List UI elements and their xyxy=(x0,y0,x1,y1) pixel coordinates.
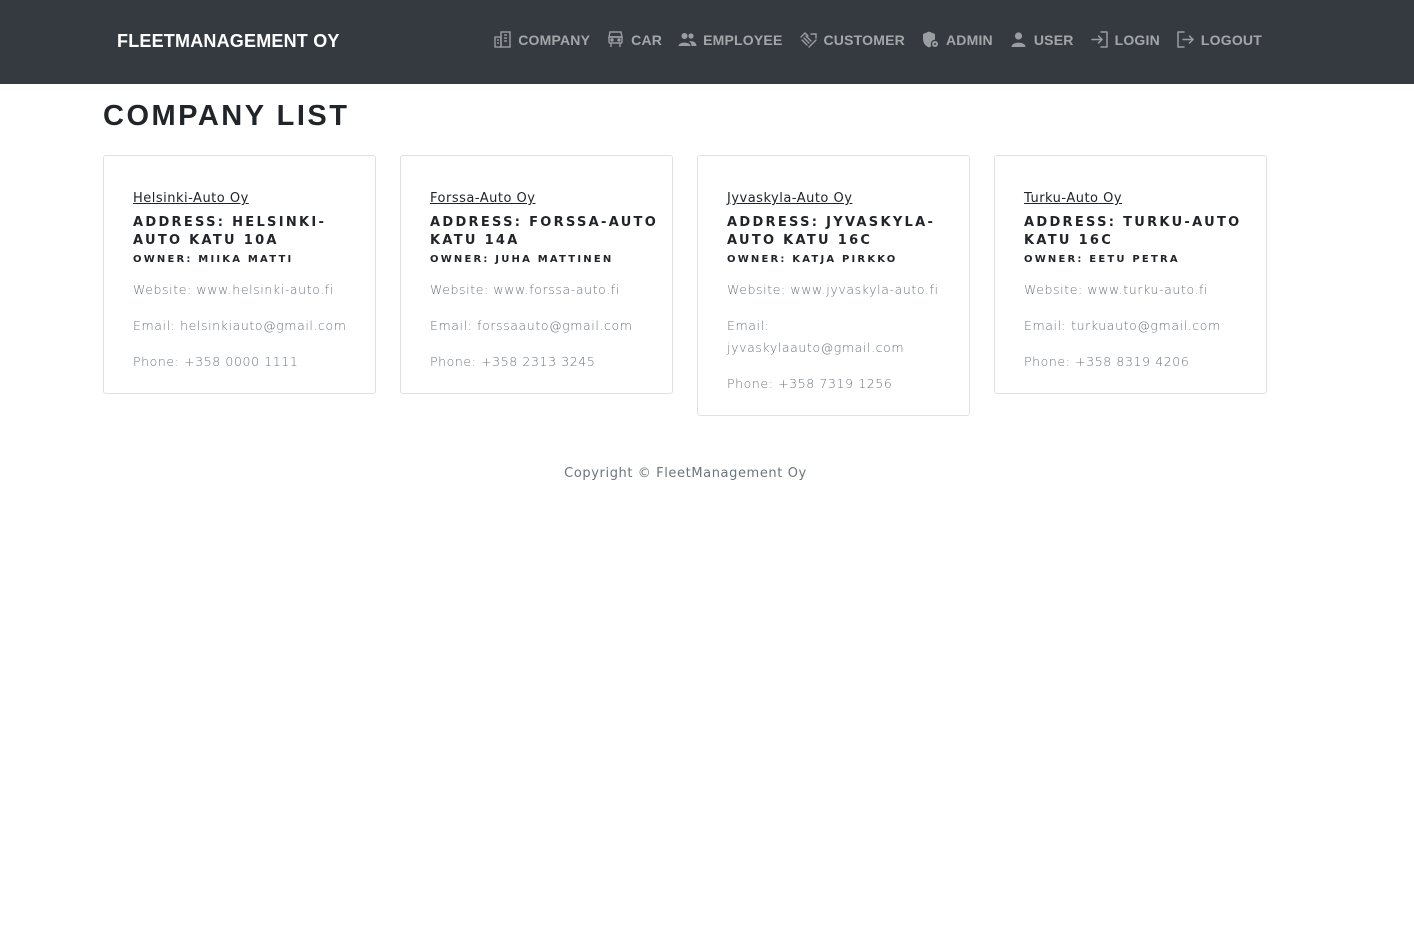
nav-item-customer[interactable]: CUSTOMER xyxy=(799,30,905,49)
company-address: ADDRESS: TURKU-AUTO KATU 16C xyxy=(1024,215,1242,248)
company-email: Email: jyvaskylaauto@gmail.com xyxy=(727,318,905,355)
nav-label-company: COMPANY xyxy=(518,31,591,48)
company-card: Forssa-Auto Oy ADDRESS: FORSSA-AUTO KATU… xyxy=(400,155,673,394)
people-icon xyxy=(678,30,697,49)
logout-icon xyxy=(1176,30,1195,49)
company-phone: Phone: +358 2313 3245 xyxy=(430,354,596,369)
main-nav: COMPANY CAR EMPLOYEE CUSTOMER ADMIN USER… xyxy=(493,30,1262,49)
company-address: ADDRESS: FORSSA-AUTO KATU 14A xyxy=(430,215,659,248)
company-card: Helsinki-Auto Oy ADDRESS: HELSINKI-AUTO … xyxy=(103,155,376,394)
nav-item-company[interactable]: COMPANY xyxy=(493,30,590,49)
company-owner: OWNER: EETU PETRA xyxy=(1024,254,1180,265)
company-name-link[interactable]: Turku-Auto Oy xyxy=(1024,191,1122,206)
nav-item-employee[interactable]: EMPLOYEE xyxy=(678,30,782,49)
nav-label-logout: LOGOUT xyxy=(1200,31,1262,48)
brand-link[interactable]: FLEETMANAGEMENT OY xyxy=(117,31,340,52)
nav-item-user[interactable]: USER xyxy=(1009,30,1074,49)
company-owner: OWNER: JUHA MATTINEN xyxy=(430,254,614,265)
building-icon xyxy=(493,30,512,49)
nav-item-login[interactable]: LOGIN xyxy=(1090,30,1160,49)
person-icon xyxy=(1009,30,1028,49)
nav-label-admin: ADMIN xyxy=(945,31,993,48)
nav-label-car: CAR xyxy=(631,31,663,48)
company-card: Jyvaskyla-Auto Oy ADDRESS: JYVASKYLA-AUT… xyxy=(697,155,970,416)
company-phone: Phone: +358 7319 1256 xyxy=(727,376,893,391)
handshake-icon xyxy=(799,30,818,49)
nav-label-customer: CUSTOMER xyxy=(823,31,905,48)
nav-label-employee: EMPLOYEE xyxy=(703,31,783,48)
nav-item-admin[interactable]: ADMIN xyxy=(921,30,993,49)
company-phone: Phone: +358 8319 4206 xyxy=(1024,354,1190,369)
company-website: Website: www.jyvaskyla-auto.fi xyxy=(727,282,939,297)
company-website: Website: www.forssa-auto.fi xyxy=(430,282,620,297)
company-name-link[interactable]: Helsinki-Auto Oy xyxy=(133,191,249,206)
company-email: Email: helsinkiauto@gmail.com xyxy=(133,318,347,333)
company-address: ADDRESS: JYVASKYLA-AUTO KATU 16C xyxy=(727,215,936,248)
company-owner: OWNER: KATJA PIRKKO xyxy=(727,254,898,265)
company-name-link[interactable]: Jyvaskyla-Auto Oy xyxy=(727,191,852,206)
page-title: COMPANY LIST xyxy=(103,100,350,132)
admin-shield-icon xyxy=(921,30,940,49)
company-website: Website: www.turku-auto.fi xyxy=(1024,282,1209,297)
company-owner: OWNER: MIIKA MATTI xyxy=(133,254,294,265)
company-card: Turku-Auto Oy ADDRESS: TURKU-AUTO KATU 1… xyxy=(994,155,1267,394)
nav-item-logout[interactable]: LOGOUT xyxy=(1176,30,1262,49)
company-phone: Phone: +358 0000 1111 xyxy=(133,354,299,369)
nav-item-car[interactable]: CAR xyxy=(606,30,662,49)
car-icon xyxy=(606,30,625,49)
login-icon xyxy=(1090,30,1109,49)
company-name-link[interactable]: Forssa-Auto Oy xyxy=(430,191,535,206)
company-email: Email: forssaauto@gmail.com xyxy=(430,318,633,333)
company-website: Website: www.helsinki-auto.fi xyxy=(133,282,334,297)
nav-label-login: LOGIN xyxy=(1114,31,1160,48)
footer-copyright: Copyright © FleetManagement Oy xyxy=(564,466,807,481)
company-email: Email: turkuauto@gmail.com xyxy=(1024,318,1221,333)
nav-label-user: USER xyxy=(1033,31,1074,48)
top-navbar: FLEETMANAGEMENT OY COMPANY CAR EMPLOYEE … xyxy=(0,0,1414,84)
company-address: ADDRESS: HELSINKI-AUTO KATU 10A xyxy=(133,215,327,248)
